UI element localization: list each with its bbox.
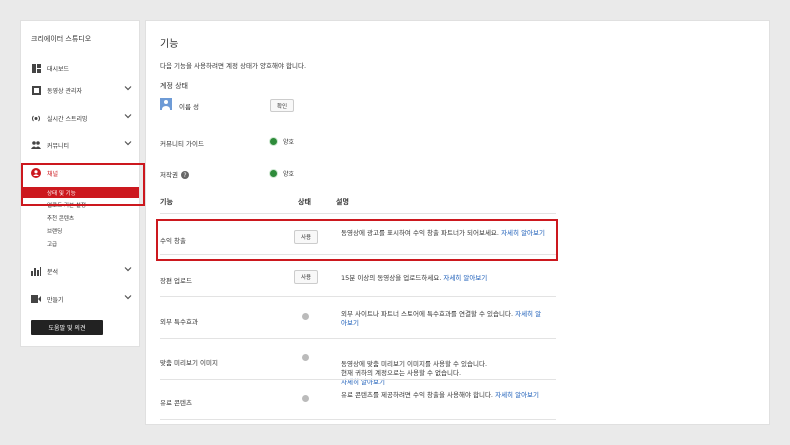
feature-description: 유료 콘텐츠를 제공하려면 수익 창출을 사용해야 합니다. 자세히 알아보기 [341, 391, 546, 400]
sidebar-subitem-advanced[interactable]: 고급 [47, 240, 57, 248]
column-header-feature: 기능 [160, 198, 173, 206]
divider [160, 296, 556, 297]
highlight-box-channel [21, 163, 145, 206]
status-good-icon [270, 170, 277, 177]
sidebar-subitem-featured-content[interactable]: 추천 콘텐츠 [47, 214, 74, 222]
copyright-label: 저작권 [160, 171, 178, 179]
community-guidelines-status: 양호 [283, 139, 295, 146]
chevron-down-icon[interactable] [124, 112, 132, 120]
live-streaming-icon [31, 113, 41, 123]
account-status-label: 계정 상태 [160, 82, 188, 90]
column-header-status: 상태 [298, 198, 311, 206]
main-panel: 기능 다음 기능을 사용하려면 계정 상태가 양호해야 합니다. 계정 상태 이… [145, 20, 770, 425]
sidebar-item-analytics[interactable]: 분석 [21, 263, 141, 279]
create-icon [31, 294, 41, 304]
sidebar-item-video-manager[interactable]: 동영상 관리자 [21, 82, 141, 98]
sidebar-item-label: 커뮤니티 [47, 142, 70, 150]
help-feedback-button[interactable]: 도움말 및 의견 [31, 320, 103, 335]
learn-more-link[interactable]: 자세히 알아보기 [495, 391, 539, 399]
chevron-down-icon[interactable] [124, 293, 132, 301]
sidebar-item-dashboard[interactable]: 대시보드 [21, 60, 141, 76]
sidebar-subitem-branding[interactable]: 브랜딩 [47, 227, 62, 235]
status-disabled-icon [302, 354, 309, 361]
account-name: 이름 성 [179, 103, 200, 111]
feature-desc-text: 외부 사이트나 파트너 스토어에 특수효과를 연결할 수 있습니다. [341, 310, 514, 318]
copyright-status: 양호 [283, 171, 295, 178]
page-title: 기능 [160, 39, 179, 50]
confirm-button[interactable]: 확인 [270, 99, 294, 112]
chevron-down-icon[interactable] [124, 84, 132, 92]
community-guidelines-label: 커뮤니티 가이드 [160, 140, 204, 148]
video-manager-icon [31, 85, 41, 95]
feature-description: 15분 이상의 동영상을 업로드하세요. 자세히 알아보기 [341, 274, 546, 283]
sidebar-item-label: 만들기 [47, 296, 64, 304]
sidebar-item-label: 동영상 관리자 [47, 87, 83, 95]
divider [160, 379, 556, 380]
learn-more-link[interactable]: 자세히 알아보기 [443, 274, 487, 282]
status-good-icon [270, 138, 277, 145]
feature-name-paid-content: 유료 콘텐츠 [160, 399, 192, 407]
status-disabled-icon [302, 313, 309, 320]
sidebar-item-create[interactable]: 만들기 [21, 291, 141, 307]
chevron-down-icon[interactable] [124, 139, 132, 147]
divider [160, 338, 556, 339]
feature-name-external-annotations: 외부 특수효과 [160, 318, 198, 326]
copyright-row: 저작권? [160, 169, 189, 179]
feature-desc-text: 동영상에 맞춤 미리보기 이미지를 사용할 수 있습니다. 현재 귀하의 계정으… [341, 360, 488, 377]
feature-desc-text: 유료 콘텐츠를 제공하려면 수익 창출을 사용해야 합니다. [341, 391, 494, 399]
feature-desc-text: 15분 이상의 동영상을 업로드하세요. [341, 274, 442, 282]
sidebar-item-label: 분석 [47, 268, 59, 276]
sidebar-item-community[interactable]: 커뮤니티 [21, 137, 141, 153]
sidebar-item-live-streaming[interactable]: 실시간 스트리밍 [21, 110, 141, 126]
divider [160, 213, 556, 214]
enable-long-upload-button[interactable]: 사용 [294, 270, 318, 284]
highlight-box-monetization [156, 219, 558, 261]
status-disabled-icon [302, 395, 309, 402]
sidebar-item-label: 실시간 스트리밍 [47, 115, 88, 123]
column-header-description: 설명 [336, 198, 349, 206]
divider [160, 419, 556, 420]
feature-description: 동영상에 맞춤 미리보기 이미지를 사용할 수 있습니다. 현재 귀하의 계정으… [341, 351, 546, 387]
help-icon[interactable]: ? [180, 171, 189, 179]
chevron-down-icon[interactable] [124, 265, 132, 273]
dashboard-icon [31, 63, 41, 73]
feature-description: 외부 사이트나 파트너 스토어에 특수효과를 연결할 수 있습니다. 자세히 알… [341, 310, 546, 328]
feature-name-long-upload: 장편 업로드 [160, 277, 192, 285]
feature-name-custom-thumbnails: 맞춤 미리보기 이미지 [160, 359, 218, 367]
community-icon [31, 140, 41, 150]
window-frame: 크리에이터 스튜디오 대시보드 동영상 관리자 실시간 스트리밍 커뮤니티 채널… [0, 0, 790, 445]
sidebar-title: 크리에이터 스튜디오 [31, 35, 92, 43]
avatar [160, 98, 172, 110]
page-description: 다음 기능을 사용하려면 계정 상태가 양호해야 합니다. [160, 62, 307, 70]
analytics-icon [31, 266, 41, 276]
sidebar-item-label: 대시보드 [47, 65, 70, 73]
